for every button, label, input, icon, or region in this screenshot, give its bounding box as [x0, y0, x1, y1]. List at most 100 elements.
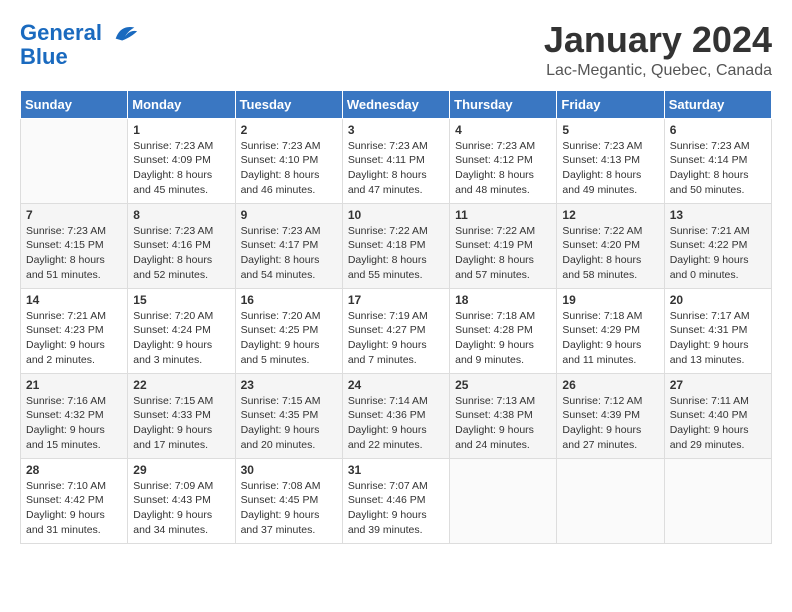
- day-number: 4: [455, 123, 551, 137]
- calendar-cell: 16 Sunrise: 7:20 AMSunset: 4:25 PMDayligh…: [235, 288, 342, 373]
- day-info: Sunrise: 7:12 AMSunset: 4:39 PMDaylight:…: [562, 394, 658, 453]
- day-number: 13: [670, 208, 766, 222]
- day-number: 19: [562, 293, 658, 307]
- weekday-header: Friday: [557, 90, 664, 118]
- calendar-cell: 21Sunrise: 7:16 AMSunset: 4:32 PMDayligh…: [21, 373, 128, 458]
- calendar-cell: 30 Sunrise: 7:08 AMSunset: 4:45 PMDayligh…: [235, 458, 342, 543]
- weekday-header: Monday: [128, 90, 235, 118]
- calendar-header-row: SundayMondayTuesdayWednesdayThursdayFrid…: [21, 90, 772, 118]
- day-info: Sunrise: 7:23 AMSunset: 4:13 PMDaylight:…: [562, 139, 658, 198]
- day-info: Sunrise: 7:23 AMSunset: 4:14 PMDaylight:…: [670, 139, 766, 198]
- calendar-cell: 10 Sunrise: 7:22 AMSunset: 4:18 PMDayligh…: [342, 203, 449, 288]
- weekday-header: Wednesday: [342, 90, 449, 118]
- day-number: 3: [348, 123, 444, 137]
- day-number: 11: [455, 208, 551, 222]
- day-info: Sunrise: 7:23 AMSunset: 4:15 PMDaylight:…: [26, 224, 122, 283]
- day-number: 6: [670, 123, 766, 137]
- calendar-week-row: 1Sunrise: 7:23 AMSunset: 4:09 PMDaylight…: [21, 118, 772, 203]
- day-number: 2: [241, 123, 337, 137]
- day-info: Sunrise: 7:20 AMSunset: 4:24 PMDaylight:…: [133, 309, 229, 368]
- calendar-cell: [557, 458, 664, 543]
- day-number: 31: [348, 463, 444, 477]
- day-number: 25: [455, 378, 551, 392]
- day-number: 20: [670, 293, 766, 307]
- day-info: Sunrise: 7:18 AMSunset: 4:29 PMDaylight:…: [562, 309, 658, 368]
- calendar-cell: 20 Sunrise: 7:17 AMSunset: 4:31 PMDayligh…: [664, 288, 771, 373]
- day-info: Sunrise: 7:17 AMSunset: 4:31 PMDaylight:…: [670, 309, 766, 368]
- day-number: 17: [348, 293, 444, 307]
- title-block: January 2024 Lac-Megantic, Quebec, Canad…: [544, 20, 772, 80]
- day-number: 12: [562, 208, 658, 222]
- weekday-header: Thursday: [450, 90, 557, 118]
- day-info: Sunrise: 7:23 AMSunset: 4:11 PMDaylight:…: [348, 139, 444, 198]
- calendar-cell: [664, 458, 771, 543]
- calendar-week-row: 28Sunrise: 7:10 AMSunset: 4:42 PMDayligh…: [21, 458, 772, 543]
- calendar-cell: [21, 118, 128, 203]
- calendar-cell: 26 Sunrise: 7:12 AMSunset: 4:39 PMDayligh…: [557, 373, 664, 458]
- calendar-cell: 13 Sunrise: 7:21 AMSunset: 4:22 PMDayligh…: [664, 203, 771, 288]
- day-info: Sunrise: 7:07 AMSunset: 4:46 PMDaylight:…: [348, 479, 444, 538]
- day-info: Sunrise: 7:11 AMSunset: 4:40 PMDaylight:…: [670, 394, 766, 453]
- day-number: 18: [455, 293, 551, 307]
- day-info: Sunrise: 7:21 AMSunset: 4:22 PMDaylight:…: [670, 224, 766, 283]
- weekday-header: Saturday: [664, 90, 771, 118]
- day-number: 9: [241, 208, 337, 222]
- calendar-cell: 8Sunrise: 7:23 AMSunset: 4:16 PMDaylight…: [128, 203, 235, 288]
- calendar-cell: 19 Sunrise: 7:18 AMSunset: 4:29 PMDayligh…: [557, 288, 664, 373]
- day-info: Sunrise: 7:22 AMSunset: 4:18 PMDaylight:…: [348, 224, 444, 283]
- day-info: Sunrise: 7:23 AMSunset: 4:16 PMDaylight:…: [133, 224, 229, 283]
- day-info: Sunrise: 7:08 AMSunset: 4:45 PMDaylight:…: [241, 479, 337, 538]
- day-info: Sunrise: 7:22 AMSunset: 4:19 PMDaylight:…: [455, 224, 551, 283]
- calendar-cell: 6 Sunrise: 7:23 AMSunset: 4:14 PMDaylight…: [664, 118, 771, 203]
- calendar-cell: 29 Sunrise: 7:09 AMSunset: 4:43 PMDayligh…: [128, 458, 235, 543]
- weekday-header: Sunday: [21, 90, 128, 118]
- day-info: Sunrise: 7:13 AMSunset: 4:38 PMDaylight:…: [455, 394, 551, 453]
- page-header: General Blue January 2024 Lac-Megantic, …: [20, 20, 772, 80]
- calendar-cell: 5 Sunrise: 7:23 AMSunset: 4:13 PMDaylight…: [557, 118, 664, 203]
- calendar-cell: [450, 458, 557, 543]
- day-info: Sunrise: 7:15 AMSunset: 4:35 PMDaylight:…: [241, 394, 337, 453]
- calendar-cell: 22 Sunrise: 7:15 AMSunset: 4:33 PMDayligh…: [128, 373, 235, 458]
- day-info: Sunrise: 7:23 AMSunset: 4:17 PMDaylight:…: [241, 224, 337, 283]
- day-info: Sunrise: 7:20 AMSunset: 4:25 PMDaylight:…: [241, 309, 337, 368]
- day-number: 30: [241, 463, 337, 477]
- calendar-cell: 7 Sunrise: 7:23 AMSunset: 4:15 PMDaylight…: [21, 203, 128, 288]
- calendar-cell: 11 Sunrise: 7:22 AMSunset: 4:19 PMDayligh…: [450, 203, 557, 288]
- day-number: 29: [133, 463, 229, 477]
- day-number: 15: [133, 293, 229, 307]
- logo: General Blue: [20, 20, 139, 70]
- calendar-week-row: 7 Sunrise: 7:23 AMSunset: 4:15 PMDaylight…: [21, 203, 772, 288]
- month-title: January 2024: [544, 20, 772, 60]
- day-number: 14: [26, 293, 122, 307]
- day-info: Sunrise: 7:23 AMSunset: 4:12 PMDaylight:…: [455, 139, 551, 198]
- day-info: Sunrise: 7:23 AMSunset: 4:09 PMDaylight:…: [133, 139, 229, 198]
- calendar-cell: 27Sunrise: 7:11 AMSunset: 4:40 PMDayligh…: [664, 373, 771, 458]
- day-number: 26: [562, 378, 658, 392]
- calendar-cell: 14Sunrise: 7:21 AMSunset: 4:23 PMDayligh…: [21, 288, 128, 373]
- calendar-cell: 3 Sunrise: 7:23 AMSunset: 4:11 PMDaylight…: [342, 118, 449, 203]
- calendar-cell: 17 Sunrise: 7:19 AMSunset: 4:27 PMDayligh…: [342, 288, 449, 373]
- day-info: Sunrise: 7:16 AMSunset: 4:32 PMDaylight:…: [26, 394, 122, 453]
- calendar-cell: 9 Sunrise: 7:23 AMSunset: 4:17 PMDaylight…: [235, 203, 342, 288]
- day-number: 22: [133, 378, 229, 392]
- weekday-header: Tuesday: [235, 90, 342, 118]
- day-number: 23: [241, 378, 337, 392]
- day-info: Sunrise: 7:15 AMSunset: 4:33 PMDaylight:…: [133, 394, 229, 453]
- calendar-cell: 12 Sunrise: 7:22 AMSunset: 4:20 PMDayligh…: [557, 203, 664, 288]
- day-info: Sunrise: 7:19 AMSunset: 4:27 PMDaylight:…: [348, 309, 444, 368]
- day-info: Sunrise: 7:14 AMSunset: 4:36 PMDaylight:…: [348, 394, 444, 453]
- day-info: Sunrise: 7:23 AMSunset: 4:10 PMDaylight:…: [241, 139, 337, 198]
- day-number: 28: [26, 463, 122, 477]
- calendar-cell: 15 Sunrise: 7:20 AMSunset: 4:24 PMDayligh…: [128, 288, 235, 373]
- day-number: 10: [348, 208, 444, 222]
- day-number: 5: [562, 123, 658, 137]
- day-number: 24: [348, 378, 444, 392]
- calendar-week-row: 21Sunrise: 7:16 AMSunset: 4:32 PMDayligh…: [21, 373, 772, 458]
- calendar-cell: 24 Sunrise: 7:14 AMSunset: 4:36 PMDayligh…: [342, 373, 449, 458]
- day-number: 7: [26, 208, 122, 222]
- calendar-cell: 4 Sunrise: 7:23 AMSunset: 4:12 PMDaylight…: [450, 118, 557, 203]
- day-info: Sunrise: 7:09 AMSunset: 4:43 PMDaylight:…: [133, 479, 229, 538]
- calendar-cell: 23 Sunrise: 7:15 AMSunset: 4:35 PMDayligh…: [235, 373, 342, 458]
- day-number: 16: [241, 293, 337, 307]
- day-info: Sunrise: 7:22 AMSunset: 4:20 PMDaylight:…: [562, 224, 658, 283]
